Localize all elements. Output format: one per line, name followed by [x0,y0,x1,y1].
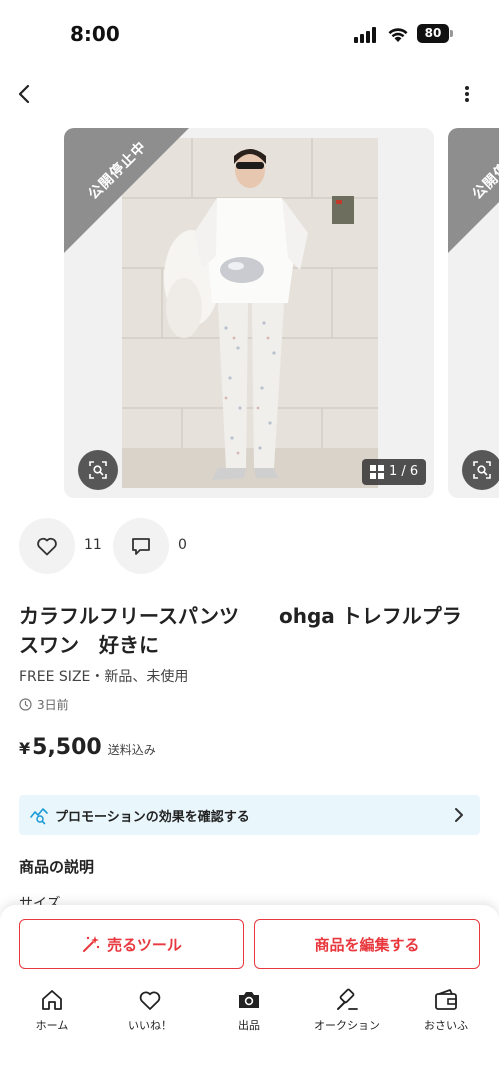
chevron-right-icon [455,808,463,822]
bottom-action-sheet: 売るツール 商品を編集する ホーム いいね！ 出品 オークション おさいふ [0,905,499,1080]
tab-auction[interactable]: オークション [302,987,392,1033]
sell-tools-button[interactable]: 売るツール [19,919,244,969]
image-search-button-next[interactable] [462,450,499,490]
tab-home[interactable]: ホーム [7,987,97,1033]
more-options-button[interactable] [454,80,480,110]
more-vertical-icon [465,86,469,102]
camera-icon [239,992,259,1008]
suspended-ribbon: 公開停止中 [64,128,189,253]
cellular-signal-icon [354,27,380,43]
comment-count: 0 [178,537,187,553]
posted-time: 3日前 [19,696,69,713]
gavel-icon [337,988,358,1010]
battery-level: 80 [417,24,449,43]
edit-item-label: 商品を編集する [314,935,420,954]
scan-search-icon [89,461,107,479]
tab-home-label: ホーム [35,1019,69,1032]
clock-icon [19,698,32,711]
status-time: 8:00 [70,22,120,46]
comment-icon [132,538,150,555]
price-value: 5,500 [32,735,102,760]
like-button[interactable] [19,518,75,574]
tab-sell-label: 出品 [238,1019,260,1032]
heart-icon [139,991,161,1010]
promotion-label: プロモーションの効果を確認する [55,810,250,825]
tab-sell[interactable]: 出品 [204,987,294,1033]
image-carousel[interactable]: 公開停止中 1 / 6 公開停止中 [0,128,499,500]
wallet-icon [435,989,457,1010]
image-search-button[interactable] [78,450,118,490]
wifi-icon [388,28,408,42]
chevron-left-icon [18,84,30,104]
suspended-ribbon-next: 公開停止中 [448,128,499,253]
battery-icon: 80 [417,24,453,43]
carousel-slide-next[interactable]: 公開停止中 [448,128,499,498]
price: ¥ 5,500 送料込み [19,735,156,760]
analytics-icon [30,808,48,825]
like-count: 11 [84,537,102,553]
item-size-condition: FREE SIZE・新品、未使用 [19,669,189,685]
tab-auction-label: オークション [314,1019,380,1032]
heart-outline-icon [37,537,57,556]
tab-wallet-label: おさいふ [424,1019,468,1032]
tab-likes[interactable]: いいね！ [105,987,195,1033]
sell-tools-label: 売るツール [107,935,182,954]
tab-likes-label: いいね！ [128,1019,172,1032]
grid-icon [370,465,384,479]
price-currency: ¥ [19,739,31,758]
bottom-tab-bar: ホーム いいね！ 出品 オークション おさいふ [0,987,499,1047]
image-counter: 1 / 6 [362,459,427,485]
magic-wand-icon [83,936,100,952]
carousel-slide-main[interactable]: 公開停止中 1 / 6 [64,128,434,498]
tab-wallet[interactable]: おさいふ [401,987,491,1033]
image-counter-text: 1 / 6 [389,464,419,479]
home-icon [42,990,62,1010]
scan-search-icon [473,461,491,479]
shipping-note: 送料込み [107,743,156,757]
item-title: カラフルフリースパンツ ohga トレフルプラスワン 好きに [19,604,462,657]
comment-button[interactable] [113,518,169,574]
back-button[interactable] [10,80,40,110]
posted-time-text: 3日前 [37,698,69,712]
edit-item-button[interactable]: 商品を編集する [254,919,480,969]
status-bar: 8:00 80 [0,0,499,64]
promotion-banner[interactable]: プロモーションの効果を確認する [19,795,480,835]
description-heading: 商品の説明 [19,858,95,876]
